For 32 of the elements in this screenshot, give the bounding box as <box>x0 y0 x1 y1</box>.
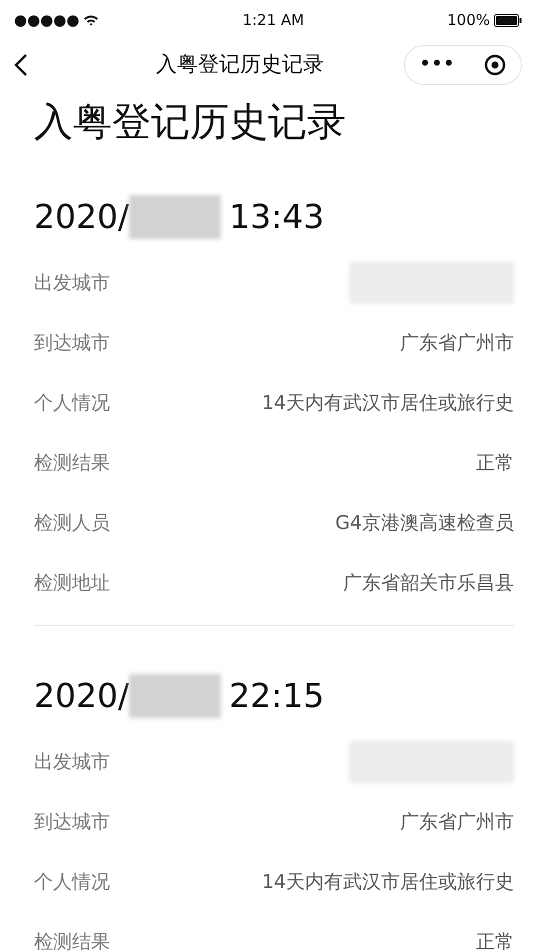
field-label: 到达城市 <box>34 810 110 835</box>
capsule-menu[interactable]: ••• <box>404 45 522 85</box>
field-label: 检测结果 <box>34 930 110 951</box>
battery-icon <box>494 14 522 26</box>
record-time: 13:43 <box>229 196 324 238</box>
wifi-icon <box>83 14 100 26</box>
field-label: 检测人员 <box>34 510 110 536</box>
field-label: 到达城市 <box>34 330 110 356</box>
field-label: 出发城市 <box>34 270 110 296</box>
field-value: 广东省广州市 <box>400 330 514 356</box>
status-time: 1:21 AM <box>242 10 304 31</box>
field-value: 14天内有武汉市居住或旅行史 <box>262 870 514 895</box>
field-label: 检测地址 <box>34 570 110 596</box>
field-label: 个人情况 <box>34 390 110 416</box>
battery-level: 100% <box>447 10 490 31</box>
record-time: 22:15 <box>229 675 324 718</box>
field-label: 个人情况 <box>34 870 110 895</box>
field-value: 14天内有武汉市居住或旅行史 <box>262 390 514 416</box>
back-icon[interactable] <box>14 53 28 77</box>
field-value: 广东省广州市 <box>400 810 514 835</box>
page-title: 入粤登记历史记录 <box>33 99 347 147</box>
more-icon[interactable]: ••• <box>420 52 456 78</box>
field-label: 出发城市 <box>34 750 110 775</box>
record-date: 2020/ <box>34 196 130 238</box>
field-value: G4京港澳高速检查员 <box>335 510 514 536</box>
field-label: 检测结果 <box>34 450 110 476</box>
field-value: 广东省韶关市乐昌县 <box>343 570 514 596</box>
field-value: 正常 <box>476 450 514 476</box>
field-value: 正常 <box>476 930 514 951</box>
signal-icon: ●●●●● <box>14 8 80 32</box>
record-date: 2020/ <box>34 675 130 718</box>
nav-title: 入粤登记历史记录 <box>156 51 324 78</box>
